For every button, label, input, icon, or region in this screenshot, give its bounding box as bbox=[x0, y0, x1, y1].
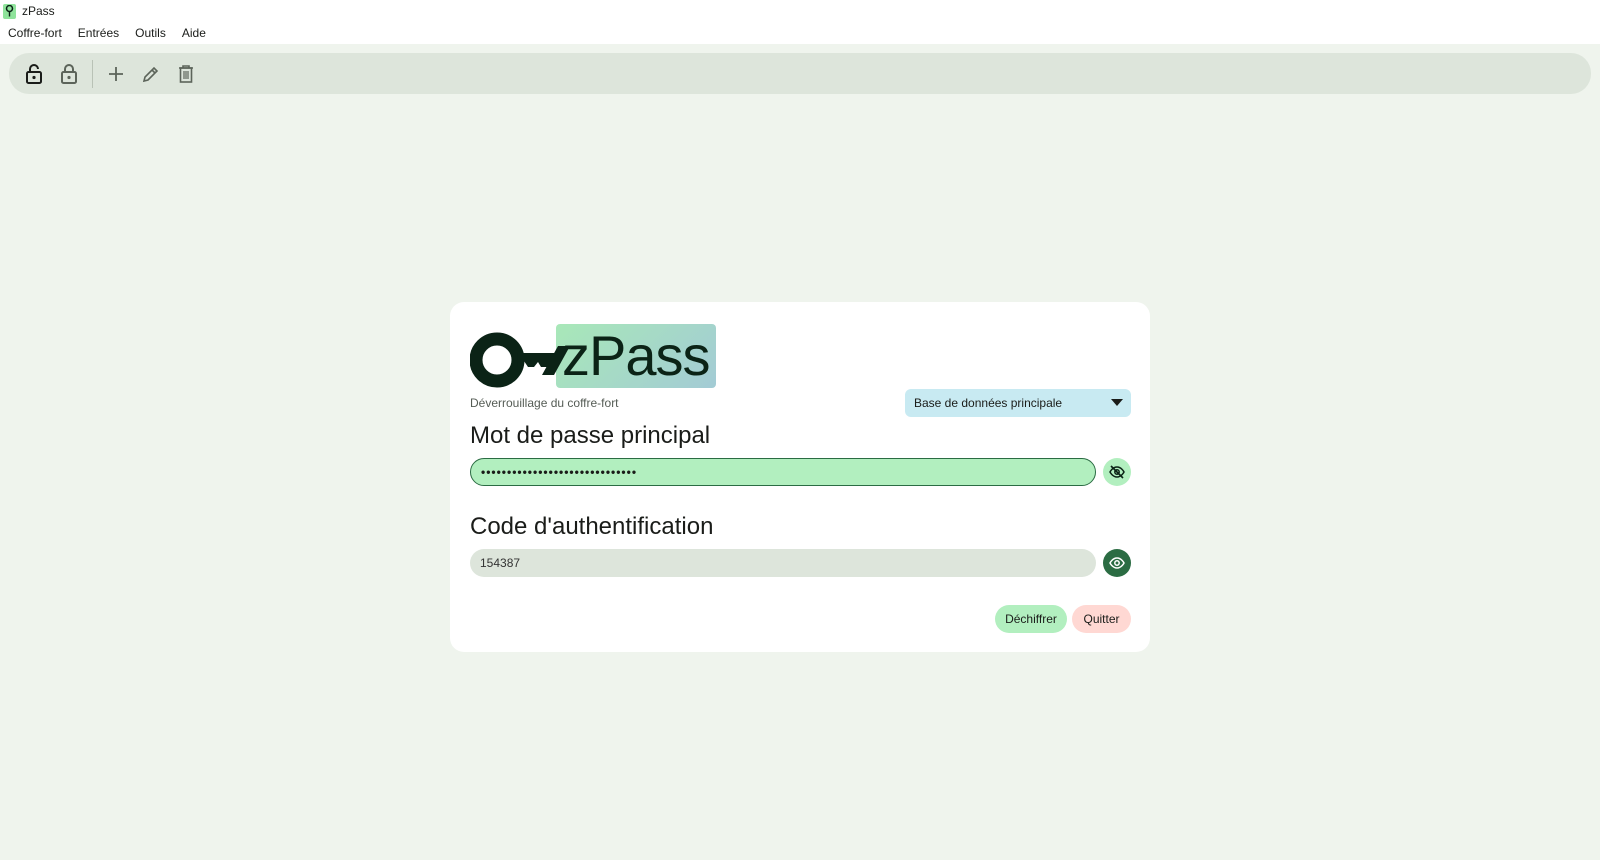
menu-aide[interactable]: Aide bbox=[182, 26, 206, 40]
toggle-code-visibility-button[interactable] bbox=[1103, 549, 1131, 577]
menu-coffre-fort[interactable]: Coffre-fort bbox=[8, 26, 62, 40]
unlock-button[interactable] bbox=[19, 59, 49, 89]
menu-bar: Coffre-fort Entrées Outils Aide bbox=[0, 22, 1600, 44]
quit-button[interactable]: Quitter bbox=[1072, 605, 1131, 633]
unlock-card: zPass Déverrouillage du coffre-fort Base… bbox=[450, 302, 1150, 652]
window-title: zPass bbox=[22, 4, 55, 18]
menu-outils[interactable]: Outils bbox=[135, 26, 166, 40]
toggle-password-visibility-button[interactable] bbox=[1103, 458, 1131, 486]
toolbar bbox=[9, 53, 1591, 94]
edit-entry-button[interactable] bbox=[136, 59, 166, 89]
plus-icon bbox=[109, 66, 123, 81]
lock-icon bbox=[61, 63, 77, 84]
delete-entry-button[interactable] bbox=[171, 59, 201, 89]
menu-entrees[interactable]: Entrées bbox=[78, 26, 119, 40]
unlock-icon bbox=[26, 63, 42, 84]
zpass-logo: zPass bbox=[470, 322, 720, 388]
title-bar: zPass bbox=[0, 0, 1600, 22]
auth-code-input[interactable]: 154387 bbox=[470, 549, 1096, 577]
logo-text: zPass bbox=[562, 324, 710, 387]
database-select[interactable]: Base de données principale bbox=[905, 389, 1131, 417]
trash-icon bbox=[179, 64, 193, 83]
auth-code-label: Code d'authentification bbox=[470, 513, 714, 540]
eye-icon bbox=[1109, 557, 1125, 569]
app-key-icon bbox=[3, 3, 16, 19]
decrypt-button[interactable]: Déchiffrer bbox=[995, 605, 1067, 633]
unlock-subtitle: Déverrouillage du coffre-fort bbox=[470, 396, 619, 410]
database-select-value: Base de données principale bbox=[914, 396, 1063, 410]
master-password-value: •••••••••••••••••••••••••••••• bbox=[481, 465, 638, 479]
lock-button[interactable] bbox=[54, 59, 84, 89]
password-label: Mot de passe principal bbox=[470, 422, 711, 449]
auth-code-value: 154387 bbox=[480, 556, 521, 570]
master-password-input[interactable]: •••••••••••••••••••••••••••••• bbox=[470, 458, 1096, 486]
chevron-down-icon bbox=[1111, 399, 1123, 406]
pencil-icon bbox=[142, 66, 159, 82]
eye-off-icon bbox=[1109, 465, 1125, 479]
toolbar-separator bbox=[92, 59, 93, 88]
add-entry-button[interactable] bbox=[101, 59, 131, 89]
